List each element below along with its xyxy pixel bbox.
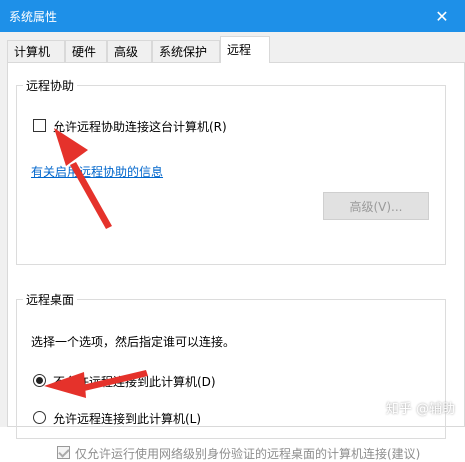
nla-only-checkbox[interactable]: [57, 446, 70, 459]
arrow-to-checkbox: [54, 128, 112, 229]
arrow-to-allow-radio: [44, 370, 148, 398]
watermark: 知乎 @辅助: [385, 402, 455, 417]
annotation-arrows: [44, 128, 148, 398]
nla-only-label: 仅允许运行使用网络级别身份验证的远程桌面的计算机连接(建议): [75, 447, 421, 461]
tab-remote[interactable]: 远程: [220, 36, 270, 63]
